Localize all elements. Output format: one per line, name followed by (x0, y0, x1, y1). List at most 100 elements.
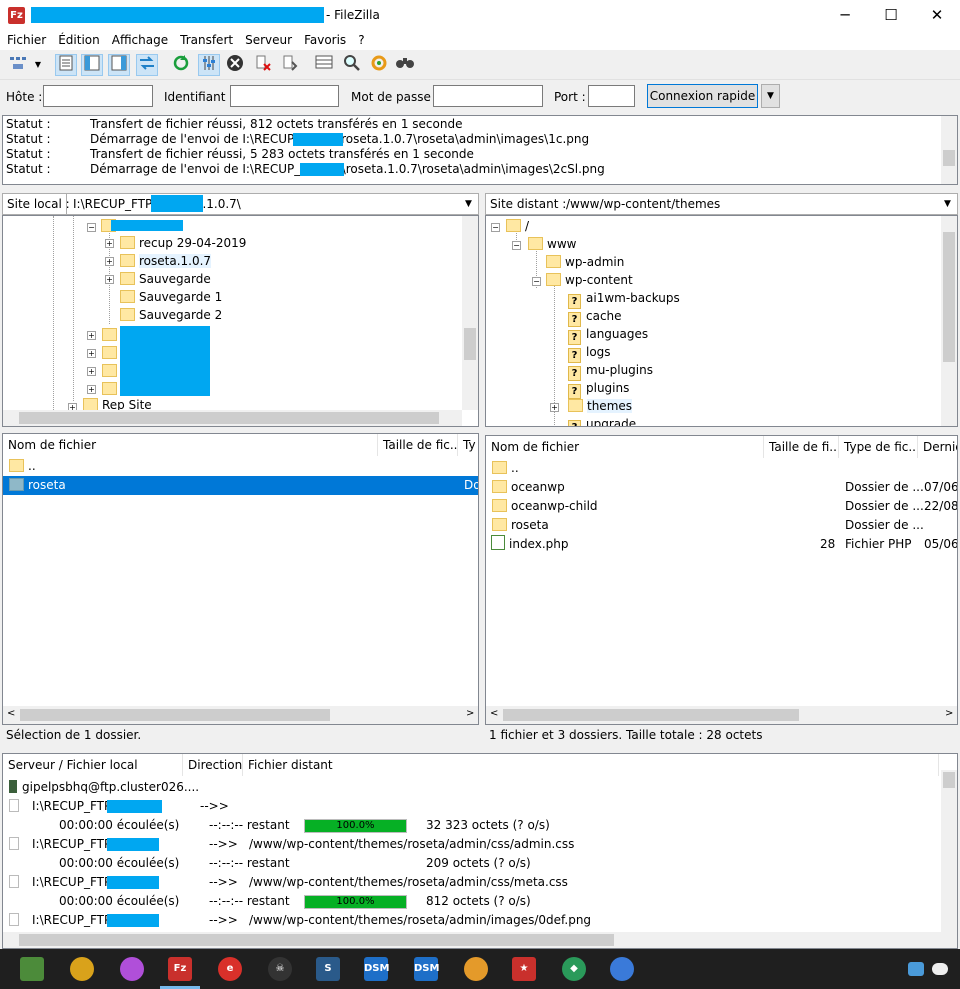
queue-col-remote[interactable]: Fichier distant (243, 754, 939, 776)
cancel-operation-icon[interactable] (224, 54, 246, 76)
balloon-app-icon[interactable] (120, 957, 144, 981)
menu-transfert[interactable]: Transfert (173, 30, 238, 47)
search-icon[interactable] (341, 54, 363, 76)
tree-item-mu-plugins[interactable]: ? mu-plugins (568, 361, 653, 381)
site-manager-icon[interactable] (5, 54, 35, 76)
toggle-queue-icon[interactable] (136, 54, 158, 76)
tree-item-cache[interactable]: ? cache (568, 307, 622, 327)
tree-item-sauvegarde-1[interactable]: Sauvegarde 1 (120, 288, 222, 306)
onedrive-tray-icon[interactable] (908, 962, 924, 976)
tree-item-redacted[interactable] (102, 344, 121, 362)
tree-item-root[interactable]: / (506, 217, 529, 235)
filezilla-taskbar-icon[interactable]: Fz (168, 957, 192, 981)
binoculars-icon[interactable] (394, 54, 416, 76)
tree-item-themes[interactable]: themes (568, 397, 633, 415)
tree-item-redacted[interactable] (102, 326, 121, 344)
toggle-remote-tree-icon[interactable] (108, 54, 130, 76)
collapse-icon[interactable]: − (512, 241, 521, 250)
collapse-icon[interactable]: − (532, 277, 541, 286)
tree-item-sauvegarde[interactable]: Sauvegarde (120, 270, 211, 288)
toggle-log-icon[interactable] (55, 54, 77, 76)
directory-listing-filters-icon[interactable] (313, 54, 335, 76)
queue-hscroll[interactable] (3, 932, 957, 948)
tree-item-languages[interactable]: ? languages (568, 325, 648, 345)
tree-item-wp-admin[interactable]: wp-admin (546, 253, 624, 271)
menu-edition[interactable]: Édition (51, 30, 105, 47)
diamond-app-icon[interactable]: ◆ (562, 957, 586, 981)
s-app-icon[interactable]: S (316, 957, 340, 981)
remote-file-row[interactable]: index.php28Fichier PHP05/06/ (486, 535, 957, 554)
password-input[interactable] (433, 85, 543, 107)
cloud-sync-app-icon[interactable] (610, 957, 634, 981)
expand-icon[interactable]: + (105, 239, 114, 248)
log-scrollbar[interactable] (941, 116, 957, 184)
sync-browsing-icon[interactable] (368, 54, 390, 76)
bookmark-app-icon[interactable]: ★ (512, 957, 536, 981)
expand-icon[interactable]: + (87, 331, 96, 340)
tree-item-www[interactable]: www (528, 235, 576, 253)
local-file-row[interactable]: .. (3, 457, 478, 476)
log-scroll-thumb[interactable] (943, 150, 955, 166)
quickconnect-button[interactable]: Connexion rapide (647, 84, 758, 108)
remote-col-type[interactable]: Type de fic... (839, 436, 918, 458)
app-icon[interactable]: e (218, 957, 242, 981)
remote-file-row[interactable]: oceanwp-childDossier de ...22/08/ (486, 497, 957, 516)
expand-icon[interactable]: + (87, 385, 96, 394)
process-queue-icon[interactable] (198, 54, 220, 76)
queue-col-direction[interactable]: Direction (183, 754, 243, 776)
remote-list-hscroll[interactable]: < > (486, 706, 957, 724)
quickconnect-dropdown-icon[interactable]: ▼ (761, 84, 780, 108)
disconnect-icon[interactable] (252, 54, 274, 76)
menu-favoris[interactable]: Favoris (297, 30, 351, 47)
chevron-down-icon[interactable]: ▼ (944, 199, 951, 209)
menu-serveur[interactable]: Serveur (238, 30, 297, 47)
tree-item-ai1wm-backups[interactable]: ? ai1wm-backups (568, 289, 680, 309)
refresh-icon[interactable] (170, 54, 192, 76)
dsm-app-icon[interactable]: DSM (364, 957, 389, 981)
menu-fichier[interactable]: Fichier (0, 30, 51, 47)
maximize-button[interactable]: ☐ (868, 0, 914, 30)
remote-tree-vscroll[interactable] (941, 216, 957, 426)
tree-item-logs[interactable]: ? logs (568, 343, 611, 363)
expand-icon[interactable]: + (87, 349, 96, 358)
tree-item-roseta-1-0-7[interactable]: roseta.1.0.7 (120, 252, 212, 270)
local-file-row-selected[interactable]: roseta Do (3, 476, 478, 495)
port-input[interactable] (588, 85, 635, 107)
expand-icon[interactable]: + (87, 367, 96, 376)
expand-icon[interactable]: + (105, 257, 114, 266)
remote-file-row[interactable]: oceanwpDossier de ...07/06/ (486, 478, 957, 497)
tree-item-redacted[interactable] (102, 362, 121, 380)
site-manager-dropdown-icon[interactable]: ▼ (33, 54, 43, 76)
bee-app-icon[interactable] (70, 957, 94, 981)
close-button[interactable]: ✕ (914, 0, 960, 30)
user-input[interactable] (230, 85, 339, 107)
remote-file-row[interactable]: .. (486, 459, 957, 478)
remote-path-select[interactable]: /www/wp-content/themes (566, 197, 720, 211)
collapse-icon[interactable]: − (87, 223, 96, 232)
remote-col-date[interactable]: Derniè (918, 436, 957, 458)
menu-help[interactable]: ? (351, 30, 369, 47)
minimize-button[interactable]: ─ (822, 0, 868, 30)
tree-item-plugins[interactable]: ? plugins (568, 379, 629, 399)
local-col-type[interactable]: Ty (458, 434, 478, 456)
local-tree-vscroll[interactable] (462, 216, 478, 410)
collapse-icon[interactable]: − (491, 223, 500, 232)
reconnect-icon[interactable] (279, 54, 301, 76)
notepad-app-icon[interactable] (20, 957, 44, 981)
chevron-down-icon[interactable]: ▼ (465, 199, 472, 209)
tree-item-sauvegarde-2[interactable]: Sauvegarde 2 (120, 306, 222, 324)
remote-col-size[interactable]: Taille de fi... (764, 436, 839, 458)
host-input[interactable] (43, 85, 153, 107)
dsm-app-icon-2[interactable]: DSM (414, 957, 439, 981)
queue-server-row[interactable]: gipelpsbhq@ftp.cluster026.... (9, 778, 199, 797)
expand-icon[interactable]: + (105, 275, 114, 284)
local-list-hscroll[interactable]: < > (3, 706, 478, 724)
remote-file-row[interactable]: roseta Dossier de ... (486, 516, 957, 535)
queue-col-server[interactable]: Serveur / Fichier local (3, 754, 183, 776)
skull-app-icon[interactable]: ☠ (268, 957, 292, 981)
monkey-app-icon[interactable] (464, 957, 488, 981)
local-tree-hscroll[interactable] (3, 410, 462, 426)
queue-vscroll[interactable] (941, 770, 957, 932)
tree-item-wp-content[interactable]: wp-content (546, 271, 633, 289)
menu-affichage[interactable]: Affichage (105, 30, 173, 47)
